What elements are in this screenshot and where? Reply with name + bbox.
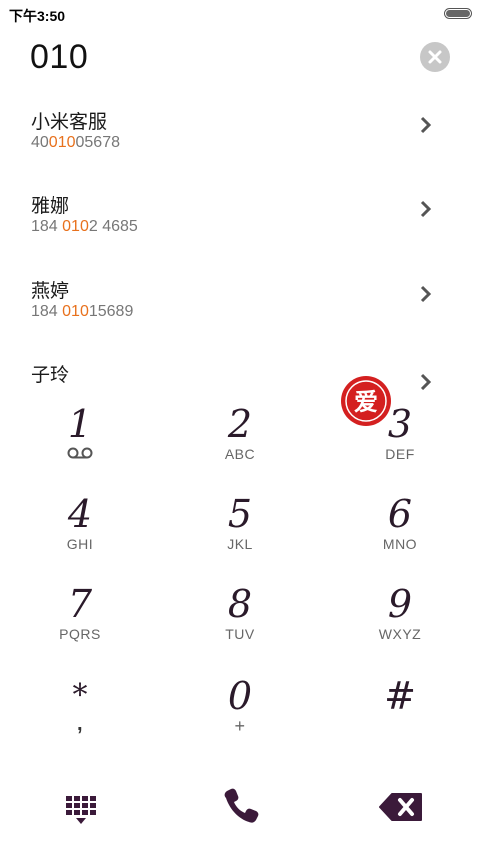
contact-name: 雅娜 (31, 196, 70, 217)
contact-item[interactable]: 燕婷 184 01015689 (0, 276, 480, 356)
key-8[interactable]: 8 TUV (160, 570, 320, 660)
bottom-action-bar (0, 760, 480, 853)
clear-icon[interactable] (420, 42, 450, 72)
status-time: 下午3:50 (9, 8, 66, 24)
chevron-right-icon[interactable] (418, 115, 434, 135)
contact-name: 小米客服 (31, 112, 108, 133)
contact-number: 184 0102 4685 (31, 218, 138, 235)
contact-name: 子玲 (31, 365, 70, 386)
status-bar: 下午3:50 (0, 0, 480, 28)
chevron-right-icon[interactable] (418, 199, 434, 219)
contact-name: 燕婷 (31, 281, 70, 302)
voicemail-icon (67, 447, 93, 459)
key-6[interactable]: 6 MNO (320, 480, 480, 570)
battery-icon (444, 8, 472, 19)
key-2[interactable]: 2 ABC (160, 390, 320, 480)
contact-item[interactable]: 雅娜 184 0102 4685 (0, 191, 480, 271)
stamp-logo: 爱 (341, 376, 391, 426)
key-1[interactable]: 1 (0, 390, 160, 480)
backspace-icon[interactable] (370, 776, 430, 826)
dialed-number[interactable]: 010 (30, 38, 88, 77)
svg-text:爱: 爱 (354, 388, 378, 416)
chevron-right-icon[interactable] (418, 284, 434, 304)
dialpad-icon[interactable] (50, 776, 110, 826)
key-9[interactable]: 9 WXYZ (320, 570, 480, 660)
key-7[interactable]: 7 PQRS (0, 570, 160, 660)
dial-keypad: 1 2 ABC 3 DEF 4 GHI 5 JKL 6 MNO 7 PQRS 8… (0, 390, 480, 760)
key-hash[interactable]: # (320, 662, 480, 752)
key-4[interactable]: 4 GHI (0, 480, 160, 570)
contact-number: 4001005678 (31, 134, 120, 151)
key-star[interactable]: * , (0, 662, 160, 752)
chevron-right-icon[interactable] (418, 372, 434, 390)
key-5[interactable]: 5 JKL (160, 480, 320, 570)
contact-item[interactable]: 子玲 (0, 360, 480, 390)
key-0[interactable]: 0 + (160, 662, 320, 752)
contact-number: 184 01015689 (31, 303, 134, 320)
contact-item[interactable]: 小米客服 4001005678 (0, 107, 480, 187)
phone-icon[interactable] (210, 776, 270, 826)
